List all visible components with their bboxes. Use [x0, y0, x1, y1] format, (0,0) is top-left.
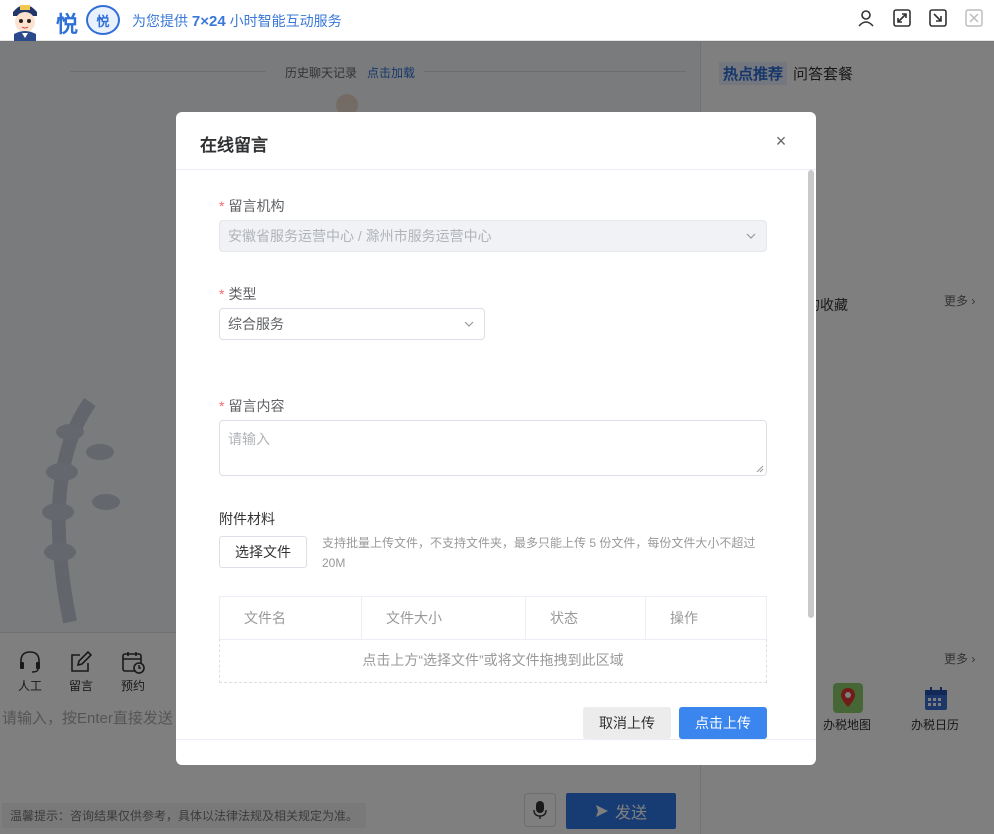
col-filesize: 文件大小 — [362, 597, 526, 639]
org-select: 安徽省服务运营中心 / 滁州市服务运营中心 — [219, 220, 767, 252]
dialog-header-divider — [176, 169, 816, 170]
app-header: 悦 悦 为您提供 7×24 小时智能互动服务 — [0, 0, 994, 41]
user-icon[interactable] — [856, 8, 876, 28]
online-message-dialog: 在线留言 × * 留言机构 安徽省服务运营中心 / 滁州市服务运营中心 * 类型 综… — [176, 112, 816, 765]
chevron-down-icon — [746, 233, 756, 239]
minimize-icon[interactable] — [928, 8, 948, 28]
type-select[interactable]: 综合服务 — [219, 308, 485, 340]
expand-icon[interactable] — [892, 8, 912, 28]
mascot-avatar — [8, 0, 42, 41]
cancel-upload-button[interactable]: 取消上传 — [583, 707, 671, 739]
dialog-title: 在线留言 — [200, 136, 268, 155]
textarea-placeholder: 请输入 — [228, 431, 270, 447]
choose-file-button[interactable]: 选择文件 — [219, 536, 307, 568]
col-status: 状态 — [526, 597, 646, 639]
message-content-textarea[interactable]: 请输入 — [219, 420, 767, 476]
dialog-footer-divider — [176, 739, 816, 740]
org-select-value: 安徽省服务运营中心 / 滁州市服务运营中心 — [228, 228, 492, 244]
brand-badge: 悦 — [86, 5, 120, 35]
chevron-down-icon — [464, 321, 474, 327]
header-slogan: 为您提供 7×24 小时智能互动服务 — [132, 13, 342, 30]
upload-button[interactable]: 点击上传 — [679, 707, 767, 739]
col-action: 操作 — [670, 610, 698, 626]
close-window-icon[interactable] — [964, 8, 984, 28]
org-label: * 留言机构 — [219, 198, 285, 214]
col-filename: 文件名 — [220, 597, 362, 639]
attach-label: 附件材料 — [219, 511, 275, 527]
file-drop-zone[interactable]: 点击上方“选择文件”或将文件拖拽到此区域 — [219, 639, 767, 683]
close-icon[interactable]: × — [772, 132, 790, 150]
file-table: 文件名 文件大小 状态 操作 点击上方“选择文件”或将文件拖拽到此区域 — [219, 596, 767, 683]
type-select-value: 综合服务 — [228, 316, 284, 332]
resize-handle-icon[interactable] — [756, 465, 764, 473]
type-label: * 类型 — [219, 286, 257, 302]
dialog-scrollbar[interactable] — [808, 170, 814, 618]
file-table-header: 文件名 文件大小 状态 操作 — [219, 596, 767, 640]
brand-logo: 悦 — [56, 13, 79, 38]
file-upload-hint: 支持批量上传文件，不支持文件夹，最多只能上传 5 份文件，每份文件大小不超过 2… — [322, 536, 756, 570]
content-label: * 留言内容 — [219, 398, 285, 414]
